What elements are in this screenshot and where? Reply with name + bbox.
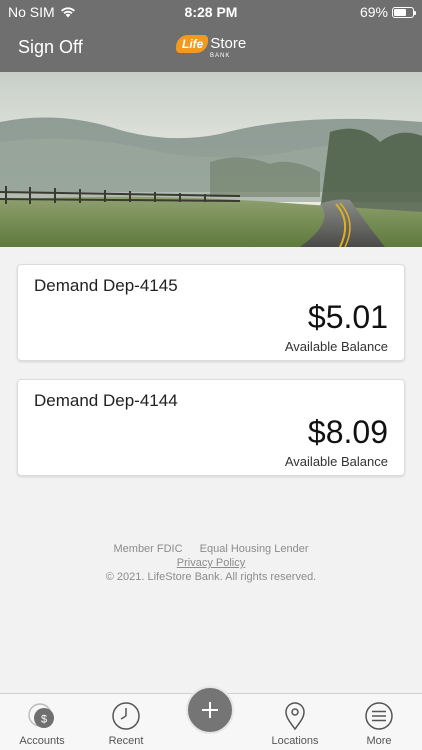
- account-name: Demand Dep-4145: [34, 276, 178, 295]
- tab-recent[interactable]: Recent: [84, 694, 168, 750]
- privacy-policy-link[interactable]: Privacy Policy: [177, 556, 245, 570]
- logo-store-text: Store: [210, 35, 247, 52]
- location-pin-icon: [285, 702, 305, 731]
- copyright-text: © 2021. LifeStore Bank. All rights reser…: [105, 571, 317, 583]
- account-balance: $5.01: [307, 299, 388, 335]
- tab-more[interactable]: More: [337, 694, 421, 750]
- footer: Member FDIC Equal Housing Lender Privacy…: [0, 542, 422, 584]
- account-card[interactable]: Demand Dep-4144 $8.09 Available Balance: [17, 379, 405, 476]
- tab-accounts[interactable]: $ Accounts: [0, 694, 84, 750]
- tab-label-accounts: Accounts: [19, 735, 65, 747]
- nav-bar: Sign Off Life Store BANK: [0, 24, 422, 72]
- status-time: 8:28 PM: [184, 4, 238, 20]
- battery-fill: [394, 8, 407, 16]
- sign-off-button[interactable]: Sign Off: [18, 37, 83, 58]
- hero-landscape-image: [0, 72, 422, 247]
- clock-icon: [112, 702, 140, 730]
- lifestore-bank-logo: Life Store BANK: [176, 35, 246, 63]
- menu-lines-icon: [365, 702, 393, 730]
- account-card[interactable]: Demand Dep-4145 $5.01 Available Balance: [17, 264, 405, 361]
- account-name: Demand Dep-4144: [34, 391, 178, 410]
- svg-text:$: $: [41, 714, 47, 726]
- tab-label-more: More: [366, 735, 392, 747]
- logo-bank-text: BANK: [210, 53, 231, 59]
- battery-percent: 69%: [359, 4, 388, 20]
- footer-disclosures: Member FDIC Equal Housing Lender: [0, 542, 422, 556]
- available-balance-label: Available Balance: [284, 454, 388, 469]
- available-balance-label: Available Balance: [284, 339, 388, 354]
- accounts-dollar-icon: $: [28, 703, 54, 728]
- tab-label-recent: Recent: [108, 735, 144, 747]
- equal-housing-text: Equal Housing Lender: [199, 543, 309, 555]
- add-plus-button[interactable]: [186, 686, 234, 734]
- logo-life-text: Life: [176, 35, 209, 53]
- tab-locations[interactable]: Locations: [253, 694, 337, 750]
- status-bar: No SIM 8:28 PM 69%: [0, 0, 422, 24]
- tab-label-locations: Locations: [271, 735, 319, 747]
- battery-area: 69%: [359, 4, 416, 20]
- account-balance: $8.09: [307, 414, 388, 450]
- battery-icon: [392, 6, 416, 18]
- member-fdic-text: Member FDIC: [113, 543, 183, 555]
